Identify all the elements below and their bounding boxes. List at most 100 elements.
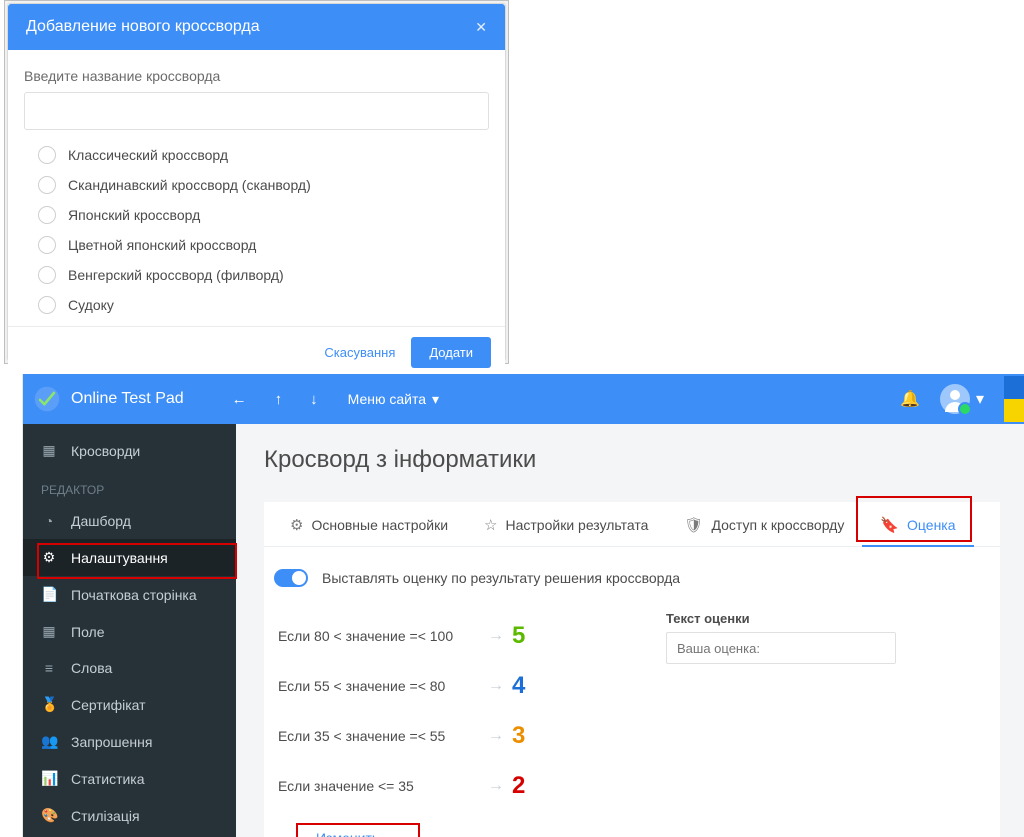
- grade-value: 4: [512, 672, 525, 700]
- sidebar-item-label: Стилізація: [71, 808, 140, 824]
- grade-condition: Если 55 < значение =< 80: [278, 678, 488, 694]
- sidebar-item-icon: ≡: [41, 660, 57, 676]
- sidebar-item[interactable]: 🏅Сертифікат: [23, 686, 236, 723]
- chevron-down-icon: ▾: [976, 389, 984, 409]
- sidebar-item[interactable]: 👥 Запрошення: [23, 723, 236, 760]
- page-title: Кросворд з інформатики: [264, 446, 1000, 474]
- topbar-right: 🔔 ▾: [900, 376, 1024, 422]
- sidebar-item-label: Дашборд: [71, 513, 131, 529]
- bell-icon[interactable]: 🔔: [900, 389, 920, 409]
- sidebar-item-label: Запрошення: [71, 734, 152, 750]
- chevron-down-icon: ▾: [432, 391, 439, 408]
- app: Online Test Pad ← ↑ ↓ Меню сайта ▾ 🔔 ▾: [23, 374, 1024, 837]
- sidebar-item[interactable]: 🎨 Стилізація: [23, 797, 236, 834]
- option-label: Цветной японский кроссворд: [68, 237, 256, 253]
- radio-icon: [38, 236, 56, 254]
- grade-value: 2: [512, 772, 525, 800]
- down-icon[interactable]: ↓: [310, 391, 318, 408]
- grade-rule: Если значение <= 35→2: [278, 761, 618, 811]
- add-button[interactable]: Додати: [411, 337, 491, 368]
- grade-text-input[interactable]: [666, 632, 896, 664]
- radio-icon: [38, 266, 56, 284]
- tab[interactable]: ☆ Настройки результата: [466, 502, 666, 546]
- arrow-right-icon: →: [488, 627, 504, 645]
- option-label: Скандинавский кроссворд (сканворд): [68, 177, 311, 193]
- sidebar-item-label: Сертифікат: [71, 697, 146, 713]
- site-menu-dropdown[interactable]: Меню сайта ▾: [348, 391, 439, 408]
- language-flag[interactable]: [1004, 376, 1024, 422]
- grid-icon: ▦: [41, 442, 57, 459]
- topbar-nav-icons: ← ↑ ↓: [232, 391, 318, 408]
- grade-toggle[interactable]: [274, 569, 308, 587]
- grade-rule: Если 35 < значение =< 55→3: [278, 711, 618, 761]
- radio-icon: [38, 146, 56, 164]
- radio-icon: [38, 206, 56, 224]
- modal-body: Введите название кроссворда Классический…: [8, 50, 505, 326]
- sidebar-top-label: Кросворди: [71, 443, 140, 459]
- sidebar-item[interactable]: ≡ Слова: [23, 650, 236, 686]
- crossword-type-option[interactable]: Судоку: [38, 290, 489, 320]
- topbar: Online Test Pad ← ↑ ↓ Меню сайта ▾ 🔔 ▾: [23, 374, 1024, 424]
- tab[interactable]: 🛡Доступ к кроссворду: [666, 502, 862, 546]
- option-label: Японский кроссворд: [68, 207, 200, 223]
- crossword-name-input[interactable]: [24, 92, 489, 130]
- crossword-type-option[interactable]: Классический кроссворд: [38, 140, 489, 170]
- user-menu[interactable]: ▾: [940, 384, 984, 414]
- sidebar-item-label: Початкова сторінка: [71, 587, 197, 603]
- grade-text-label: Текст оценки: [666, 611, 992, 626]
- up-icon[interactable]: ↑: [275, 391, 283, 408]
- edit-button[interactable]: Изменить: [300, 823, 395, 837]
- settings-card: ⚙Основные настройки ☆ Настройки результата…: [264, 502, 1000, 837]
- arrow-right-icon: →: [488, 677, 504, 695]
- sidebar-item[interactable]: ▦Поле: [23, 613, 236, 650]
- modal-backdrop: Добавление нового кроссворда ✕ Введите н…: [4, 0, 509, 364]
- tab-label: Основные настройки: [311, 517, 448, 533]
- sidebar-item-icon: 👥: [41, 733, 57, 750]
- crossword-type-option[interactable]: Японский кроссворд: [38, 200, 489, 230]
- sidebar-item-icon: 🎨: [41, 807, 57, 824]
- modal-footer: Скасування Додати: [8, 326, 505, 378]
- crossword-type-option[interactable]: Цветной японский кроссворд: [38, 230, 489, 260]
- tab-panel-grade: Выставлять оценку по результату решения …: [264, 547, 1000, 837]
- tab-label: Настройки результата: [506, 517, 649, 533]
- grade-value: 3: [512, 722, 525, 750]
- crossword-type-option[interactable]: Венгерский кроссворд (филворд): [38, 260, 489, 290]
- sidebar-item[interactable]: 📊Статистика: [23, 760, 236, 797]
- sidebar-top-item[interactable]: ▦ Кросворди: [23, 432, 236, 469]
- close-icon[interactable]: ✕: [475, 19, 487, 36]
- sidebar-item[interactable]: 📄Початкова сторінка: [23, 576, 236, 613]
- crossword-type-option[interactable]: Скандинавский кроссворд (сканворд): [38, 170, 489, 200]
- brand[interactable]: Online Test Pad: [27, 385, 202, 413]
- sidebar-item[interactable]: ⚙Налаштування: [23, 539, 236, 576]
- tab-icon: ☆: [484, 516, 497, 534]
- sidebar-item-label: Слова: [71, 660, 112, 676]
- grade-toggle-label: Выставлять оценку по результату решения …: [322, 570, 680, 586]
- sidebar-item-icon: ◔: [41, 513, 57, 529]
- cancel-button[interactable]: Скасування: [318, 337, 401, 368]
- grade-toggle-row: Выставлять оценку по результату решения …: [272, 569, 992, 587]
- option-label: Классический кроссворд: [68, 147, 228, 163]
- grade-condition: Если 80 < значение =< 100: [278, 628, 488, 644]
- tabs: ⚙Основные настройки ☆ Настройки результата…: [264, 502, 1000, 547]
- tab[interactable]: ⚙Основные настройки: [272, 502, 466, 546]
- radio-icon: [38, 176, 56, 194]
- modal-title: Добавление нового кроссворда: [26, 18, 260, 36]
- tab[interactable]: 🔖Оценка: [862, 502, 973, 546]
- site-menu-label: Меню сайта: [348, 391, 426, 407]
- grade-rules-list: Если 80 < значение =< 100→5Если 55 < зна…: [278, 611, 618, 811]
- sidebar-section-label: РЕДАКТОР: [23, 469, 236, 503]
- sidebar-item-label: Поле: [71, 624, 105, 640]
- add-crossword-modal: Добавление нового кроссворда ✕ Введите н…: [7, 3, 506, 361]
- arrow-right-icon: →: [488, 727, 504, 745]
- option-label: Судоку: [68, 297, 114, 313]
- sidebar-item[interactable]: ◔ Дашборд: [23, 503, 236, 539]
- grade-rule: Если 55 < значение =< 80→ 4: [278, 661, 618, 711]
- grade-rule: Если 80 < значение =< 100→ 5: [278, 611, 618, 661]
- content: Кросворд з інформатики ⚙Основные настрой…: [236, 424, 1024, 837]
- tab-label: Доступ к кроссворду: [711, 517, 844, 533]
- grade-value: 5: [512, 622, 525, 650]
- brand-text: Online Test Pad: [71, 390, 184, 408]
- sidebar-item-label: Налаштування: [71, 550, 168, 566]
- sidebar: ▦ Кросворди РЕДАКТОР ◔ Дашборд ⚙Налаштуван…: [23, 424, 236, 837]
- back-icon[interactable]: ←: [232, 391, 247, 408]
